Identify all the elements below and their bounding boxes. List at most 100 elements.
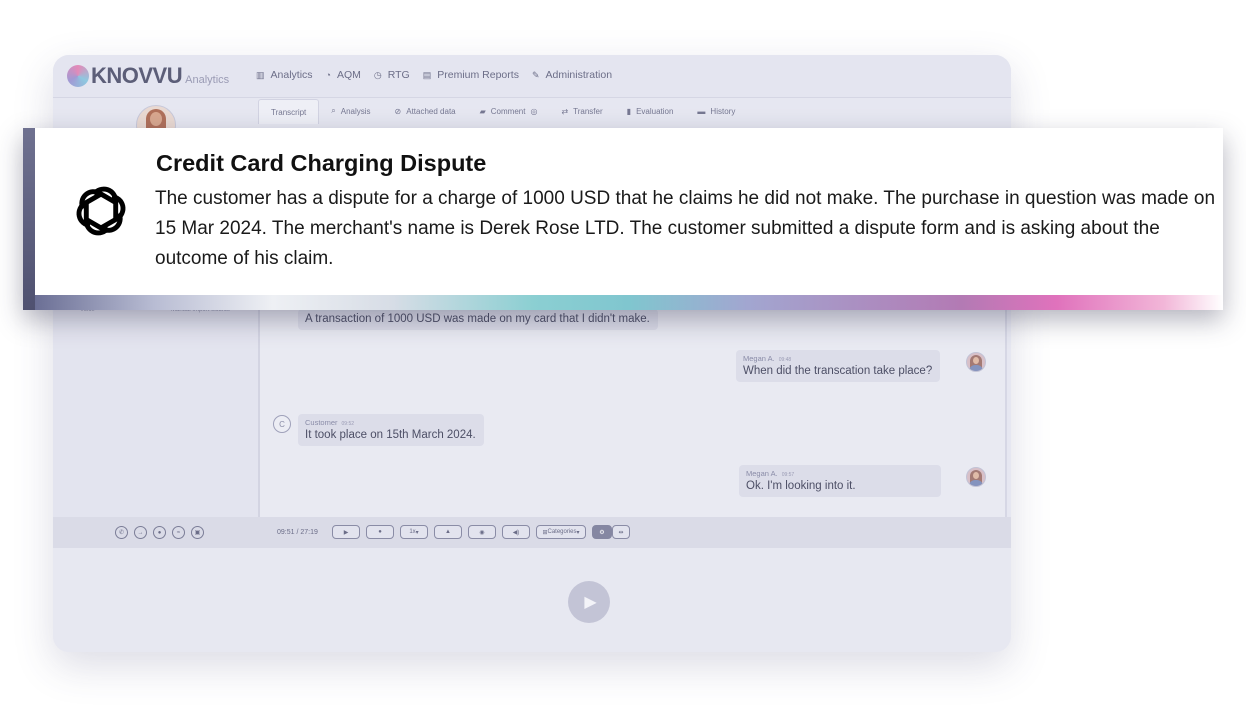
report-icon: ▤ — [422, 69, 432, 80]
card-summary-text: The customer has a dispute for a charge … — [155, 188, 1216, 269]
bar-chart-icon: ▥ — [256, 69, 265, 80]
card-title: Credit Card Charging Dispute — [156, 150, 487, 176]
lock-icon[interactable]: ▣ — [191, 526, 204, 539]
chat-button[interactable]: ◉ — [468, 525, 496, 539]
nav-label: AQM — [336, 69, 361, 81]
waves-icon[interactable]: ≈ — [172, 526, 185, 539]
top-navigation-bar: KNOVVU Analytics ▥ Analytics ◔ AQM ◷ RTG… — [53, 55, 1011, 98]
comment-icon: ▰ — [479, 106, 486, 116]
message-text: It took place on 15th March 2024. — [305, 429, 476, 441]
tab-transfer[interactable]: ⇄ Transfer — [549, 99, 614, 123]
play-button[interactable]: ▶ — [332, 525, 360, 539]
stop-button[interactable]: ● — [366, 525, 394, 539]
nav-label: Administration — [545, 69, 613, 81]
tab-analysis[interactable]: ⌕ Analysis — [319, 99, 382, 123]
play-icon: ▶ — [343, 529, 349, 536]
playback-time: 09:51 / 27:19 — [277, 529, 318, 536]
message-text: A transaction of 1000 USD was made on my… — [305, 313, 650, 325]
nav-rtg[interactable]: ◷ RTG — [374, 69, 410, 81]
volume-icon: ◀) — [512, 529, 520, 536]
nav-aqm[interactable]: ◔ AQM — [326, 69, 361, 81]
waveform-icon: ▲ — [445, 529, 451, 535]
nav-analytics[interactable]: ▥ Analytics — [256, 69, 313, 81]
briefcase-icon: ▬ — [697, 106, 706, 116]
sender-name: Megan A. — [746, 469, 778, 478]
tab-evaluation[interactable]: ▮ Evaluation — [615, 99, 686, 123]
message-customer-2: Customer 09:52 It took place on 15th Marc… — [298, 414, 484, 446]
volume-button[interactable]: ◀) — [502, 525, 530, 539]
sender-name: Customer — [305, 418, 338, 427]
message-agent-1: Megan A. 09:48 When did the transcation t… — [736, 350, 941, 382]
waveform-button[interactable]: ▲ — [434, 525, 462, 539]
avatar-body — [969, 365, 983, 371]
logo-text: KNOVVU — [91, 63, 183, 88]
sender-name: Megan A. — [743, 354, 775, 363]
message-sender: Megan A. 09:48 — [743, 354, 932, 363]
main-nav: ▥ Analytics ◔ AQM ◷ RTG ▤ Premium Report… — [256, 69, 612, 81]
tab-transcript[interactable]: Transcript — [258, 99, 320, 124]
paperclip-icon: ⊘ — [394, 106, 402, 116]
chevron-down-icon: ▾ — [415, 529, 419, 536]
logo-subtitle: Analytics — [185, 74, 230, 86]
play-icon: ▶ — [584, 594, 597, 611]
split-icon: ⇹ — [618, 529, 624, 536]
customer-icon: C — [273, 415, 291, 433]
tab-label: History — [710, 106, 736, 116]
summary-card: Credit Card Charging Dispute The custome… — [23, 128, 1223, 310]
message-time: 09:57 — [781, 472, 795, 478]
mode-toggle-off[interactable]: ⇹ — [612, 525, 630, 539]
card-accent-strip — [23, 128, 35, 310]
login-icon[interactable]: → — [134, 526, 147, 539]
customer-initial: C — [279, 419, 285, 429]
message-text: Ok. I'm looking into it. — [746, 480, 856, 492]
toggle-icon: ⚙ — [599, 529, 605, 536]
phone-icon[interactable]: ✆ — [115, 526, 128, 539]
message-time: 09:48 — [778, 357, 792, 363]
comment-count-icon: ◎ — [530, 106, 538, 116]
avatar-face — [973, 472, 979, 479]
nav-premium-reports[interactable]: ▤ Premium Reports — [423, 69, 519, 81]
gauge-icon: ◔ — [325, 70, 331, 80]
knovvu-logo[interactable]: KNOVVU Analytics — [67, 63, 229, 89]
tab-label: Attached data — [406, 106, 456, 116]
agent-avatar-small — [966, 467, 986, 487]
nav-label: RTG — [387, 69, 410, 81]
knovvu-logo-mark-icon — [67, 65, 89, 87]
tab-label: Comment — [490, 106, 526, 116]
clipboard-icon: ▮ — [626, 106, 632, 116]
tab-attached-data[interactable]: ⊘ Attached data — [383, 99, 468, 123]
tab-label: Transfer — [573, 106, 603, 116]
player-control-bar: ✆ → ● ≈ ▣ 09:51 / 27:19 ▶ ● 1x ▾ ▲ ◉ ◀) ⊞… — [53, 517, 1011, 548]
nav-administration[interactable]: ✎ Administration — [532, 69, 612, 81]
tab-comment[interactable]: ▰ Comment ◎ — [468, 99, 550, 123]
categories-select[interactable]: ⊞ Categories ▾ — [536, 525, 586, 539]
message-time: 09:52 — [341, 421, 355, 427]
message-agent-2: Megan A. 09:57 Ok. I'm looking into it. — [739, 465, 941, 497]
openai-logo-icon — [76, 186, 126, 236]
tab-label: Analysis — [340, 106, 371, 116]
chevron-down-icon: ▾ — [576, 529, 580, 536]
transfer-icon: ⇄ — [561, 106, 569, 116]
magnifier-icon: ⌕ — [331, 106, 336, 115]
agent-avatar-small — [966, 352, 986, 372]
big-play-button[interactable]: ▶ — [568, 581, 610, 623]
message-sender: Megan A. 09:57 — [746, 469, 856, 478]
tab-history[interactable]: ▬ History — [685, 99, 747, 123]
nav-label: Analytics — [270, 69, 313, 81]
person-icon[interactable]: ● — [153, 526, 166, 539]
player-buttons: ▶ ● 1x ▾ ▲ ◉ ◀) ⊞ Categories ▾ ⚙ ⇹ — [332, 525, 630, 539]
avatar-face — [150, 112, 162, 126]
message-text: When did the transcation take place? — [743, 365, 933, 377]
avatar-body — [969, 480, 983, 486]
chat-icon: ◉ — [479, 529, 485, 536]
nav-label: Premium Reports — [437, 69, 519, 81]
tab-label: Transcript — [271, 107, 307, 117]
call-action-buttons: ✆ → ● ≈ ▣ — [115, 526, 204, 539]
categories-label: Categories — [547, 529, 577, 535]
card-body: Credit Card Charging Dispute The custome… — [35, 128, 1223, 295]
mode-toggle-on[interactable]: ⚙ — [592, 525, 612, 539]
speed-select[interactable]: 1x ▾ — [400, 525, 428, 539]
stop-icon: ● — [378, 529, 382, 535]
tools-icon: ✎ — [531, 69, 540, 80]
message-customer-1: A transaction of 1000 USD was made on my… — [298, 309, 658, 330]
